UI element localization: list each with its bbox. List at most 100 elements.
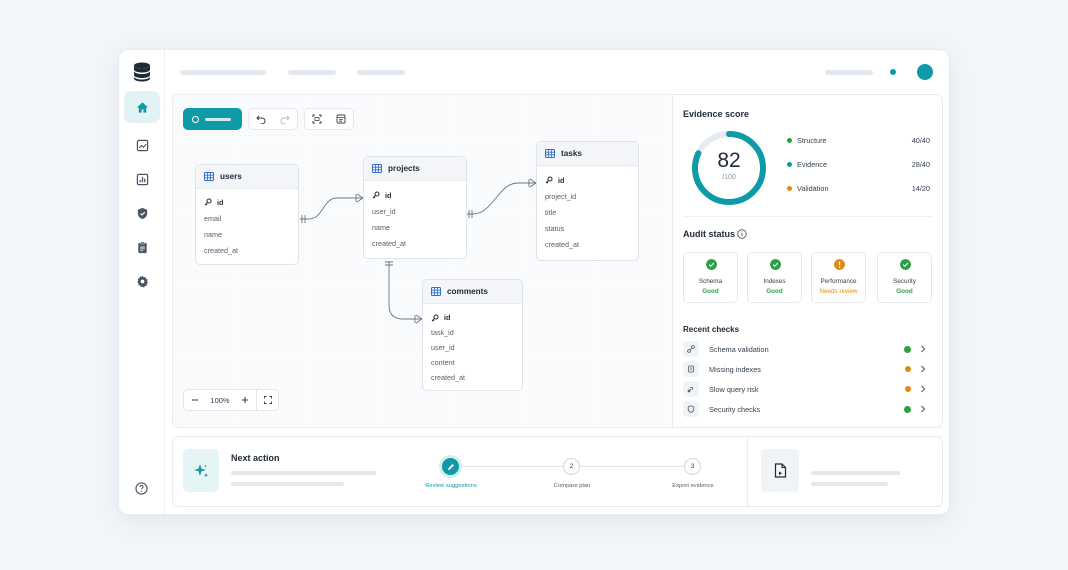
column-row: project_id <box>537 188 638 204</box>
zoom-control: 100% <box>183 389 279 411</box>
next-action-bar: Next action 2 3 Review suggestions Compa… <box>172 436 943 507</box>
column-name: user_id <box>431 343 455 352</box>
stepper-line <box>580 466 684 467</box>
projects-tasks-link <box>467 182 536 215</box>
column-name: title <box>545 207 557 217</box>
breakdown-value: 40/40 <box>911 136 930 145</box>
sidebar-item-diagram[interactable] <box>124 129 160 161</box>
database-logo-icon <box>134 62 150 82</box>
table-header: projects <box>364 157 466 181</box>
status-dot <box>890 69 896 75</box>
recent-check-row[interactable]: Slow query risk <box>683 381 933 397</box>
recent-check-row[interactable]: Missing indexes <box>683 361 933 377</box>
column-name: created_at <box>545 239 579 249</box>
column-row: created_at <box>423 370 522 385</box>
column-row: task_id <box>423 325 522 340</box>
table-comments[interactable]: comments id task_id user_id content crea… <box>422 279 523 391</box>
audit-card-indexes[interactable]: Indexes Good <box>747 252 802 303</box>
breakdown-value: 14/20 <box>911 184 930 193</box>
step-label: Export evidence <box>672 483 714 489</box>
evidence-panel: Evidence score 82 /100 Structure 40/40 E… <box>672 94 943 428</box>
check-label: Schema validation <box>709 345 769 354</box>
breakdown-label: Validation <box>797 184 829 193</box>
column-name: id <box>385 190 392 200</box>
column-row: created_at <box>364 235 466 251</box>
table-name: users <box>220 172 242 181</box>
document-icon[interactable] <box>761 449 799 492</box>
next-action-title: Next action <box>231 453 280 463</box>
check-label: Slow query risk <box>709 385 759 394</box>
table-name: projects <box>388 164 420 173</box>
projects-comments-link <box>388 261 422 320</box>
pencil-icon <box>447 463 454 470</box>
primary-key-row: id <box>196 194 298 210</box>
audit-status: Good <box>702 288 719 295</box>
er-diagram-canvas[interactable]: users id email name created_at projects … <box>172 94 672 428</box>
shield-icon <box>137 207 147 219</box>
column-name: name <box>372 222 390 232</box>
status-dot <box>905 386 911 392</box>
avatar[interactable] <box>917 64 933 80</box>
table-header: users <box>196 165 298 189</box>
chevron-right-icon <box>921 365 926 373</box>
table-icon <box>372 164 382 173</box>
breakdown-label: Structure <box>797 136 827 145</box>
query-icon <box>683 381 699 397</box>
fullscreen-button[interactable] <box>256 390 278 410</box>
description-placeholder <box>811 482 888 486</box>
description-placeholder <box>231 482 344 486</box>
divider <box>747 437 748 506</box>
expand-icon <box>263 396 272 404</box>
status-dot <box>904 406 911 413</box>
gear-icon <box>136 275 148 288</box>
step-3[interactable]: 3 <box>684 458 701 475</box>
status-dot <box>787 138 792 143</box>
audit-card-performance[interactable]: Performance Needs review <box>811 252 866 303</box>
table-icon <box>431 287 441 296</box>
home-icon <box>136 101 148 113</box>
check-circle-icon <box>706 259 717 270</box>
sidebar-item-settings[interactable] <box>124 265 160 297</box>
sidebar-item-security[interactable] <box>124 197 160 229</box>
recent-check-row[interactable]: Schema validation <box>683 341 933 357</box>
bar-chart-icon <box>136 173 148 185</box>
column-name: project_id <box>545 191 577 201</box>
zoom-out-button[interactable] <box>184 396 206 404</box>
audit-status-title: Audit status <box>683 229 736 239</box>
breadcrumb-placeholder <box>357 70 405 75</box>
sidebar-item-reports[interactable] <box>124 231 160 263</box>
column-row: name <box>364 219 466 235</box>
step-2[interactable]: 2 <box>563 458 580 475</box>
info-icon[interactable] <box>737 229 747 239</box>
schema-icon <box>683 341 699 357</box>
sidebar-item-home[interactable] <box>124 91 160 123</box>
status-dot <box>787 162 792 167</box>
primary-key-row: id <box>364 187 466 203</box>
sidebar-item-analytics[interactable] <box>124 163 160 195</box>
table-icon <box>204 172 214 181</box>
app-window: users id email name created_at projects … <box>118 49 950 515</box>
audit-card-security[interactable]: Security Good <box>877 252 932 303</box>
zoom-in-button[interactable] <box>234 396 256 404</box>
column-name: name <box>204 229 222 239</box>
breakdown-value: 28/40 <box>911 160 930 169</box>
column-row: name <box>196 226 298 242</box>
column-row: user_id <box>423 340 522 355</box>
column-name: content <box>431 358 455 367</box>
audit-card-schema[interactable]: Schema Good <box>683 252 738 303</box>
recent-check-row[interactable]: Security checks <box>683 401 933 417</box>
column-row: created_at <box>196 242 298 258</box>
step-1[interactable] <box>442 458 459 475</box>
help-icon[interactable] <box>135 482 148 495</box>
column-name: status <box>545 223 565 233</box>
table-users[interactable]: users id email name created_at <box>195 164 299 265</box>
index-icon <box>683 361 699 377</box>
check-label: Missing indexes <box>709 365 761 374</box>
score-breakdown-row: Structure 40/40 <box>787 136 930 146</box>
minus-icon <box>192 399 198 401</box>
table-projects[interactable]: projects id user_id name created_at <box>363 156 467 259</box>
audit-status: Good <box>766 288 783 295</box>
column-name: email <box>204 213 222 223</box>
table-tasks[interactable]: tasks id project_id title status created… <box>536 141 639 261</box>
chevron-right-icon <box>921 385 926 393</box>
